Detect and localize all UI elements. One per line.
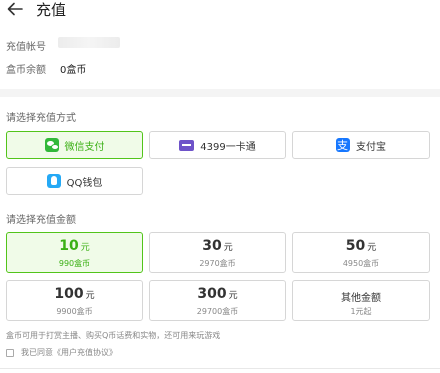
section-divider — [0, 89, 440, 97]
amount-coins: 29700盒币 — [196, 307, 239, 316]
amount-unit: 元 — [223, 243, 233, 253]
amount-coins: 4950盒币 — [342, 259, 380, 268]
amount-value: 30 — [202, 238, 222, 254]
amount-unit: 元 — [367, 243, 377, 253]
amount-value: 其他金额 — [341, 293, 381, 304]
amount-unit: 元 — [85, 291, 95, 301]
balance-value: 0盒币 — [60, 65, 87, 76]
amount-value: 10 — [59, 238, 79, 254]
pay-method-label: 支付宝 — [356, 141, 386, 153]
pay-method-label: QQ钱包 — [66, 177, 103, 189]
alipay-icon — [336, 137, 350, 153]
amount-option-300[interactable]: 300 元 29700盒币 — [149, 280, 286, 321]
amount-coins: 1元起 — [350, 307, 372, 316]
card-icon — [179, 139, 195, 151]
amount-option-other[interactable]: 其他金额 1元起 — [292, 280, 430, 321]
agreement-checkbox[interactable] — [6, 348, 14, 357]
back-arrow-icon[interactable] — [6, 0, 24, 18]
account-row: 充值帐号 — [6, 38, 46, 53]
payment-method-label: 请选择充值方式 — [6, 113, 76, 124]
amount-coins: 9900盒币 — [56, 307, 93, 316]
amount-value: 100 — [54, 286, 84, 302]
pay-method-label: 微信支付 — [64, 141, 105, 153]
balance-label: 盒币余额 — [6, 65, 46, 76]
amount-value: 50 — [345, 238, 366, 254]
page-title: 充值 — [36, 1, 67, 19]
account-value-masked — [58, 37, 120, 48]
pay-method-label: 4399一卡通 — [200, 141, 256, 153]
header: 充值 — [0, 0, 440, 22]
amount-unit: 元 — [80, 243, 90, 253]
amount-coins: 2970盒币 — [199, 259, 236, 268]
amount-label: 请选择充值金额 — [6, 215, 76, 226]
amount-option-100[interactable]: 100 元 9900盒币 — [6, 280, 143, 321]
amount-unit: 元 — [228, 291, 238, 301]
pay-method-card[interactable]: 4399一卡通 — [149, 131, 286, 159]
amount-option-30[interactable]: 30 元 2970盒币 — [149, 232, 286, 273]
bottom-divider — [0, 368, 440, 369]
pay-method-qq[interactable]: QQ钱包 — [6, 167, 143, 195]
amount-option-50[interactable]: 50 元 4950盒币 — [292, 232, 430, 273]
account-label: 充值帐号 — [6, 42, 46, 53]
recharge-page: 充值 充值帐号 盒币余额 0盒币 请选择充值方式 微信支付 4399一卡通 支付… — [0, 0, 440, 373]
coin-usage-note: 盒币可用于打赏主播、购买Q币话费和实物，还可用来玩游戏 — [6, 331, 221, 340]
amount-value: 300 — [197, 286, 227, 302]
balance-row: 盒币余额 0盒币 — [6, 61, 86, 76]
agreement-text[interactable]: 我已同意《用户充值协议》 — [21, 347, 117, 358]
pay-method-alipay[interactable]: 支付宝 — [292, 131, 430, 159]
pay-method-wechat[interactable]: 微信支付 — [6, 131, 143, 159]
qq-wallet-icon — [46, 174, 61, 188]
amount-coins: 990盒币 — [58, 259, 91, 268]
amount-option-10[interactable]: 10 元 990盒币 — [6, 232, 143, 273]
agreement-row[interactable]: 我已同意《用户充值协议》 — [6, 347, 117, 358]
wechat-icon — [44, 138, 59, 152]
